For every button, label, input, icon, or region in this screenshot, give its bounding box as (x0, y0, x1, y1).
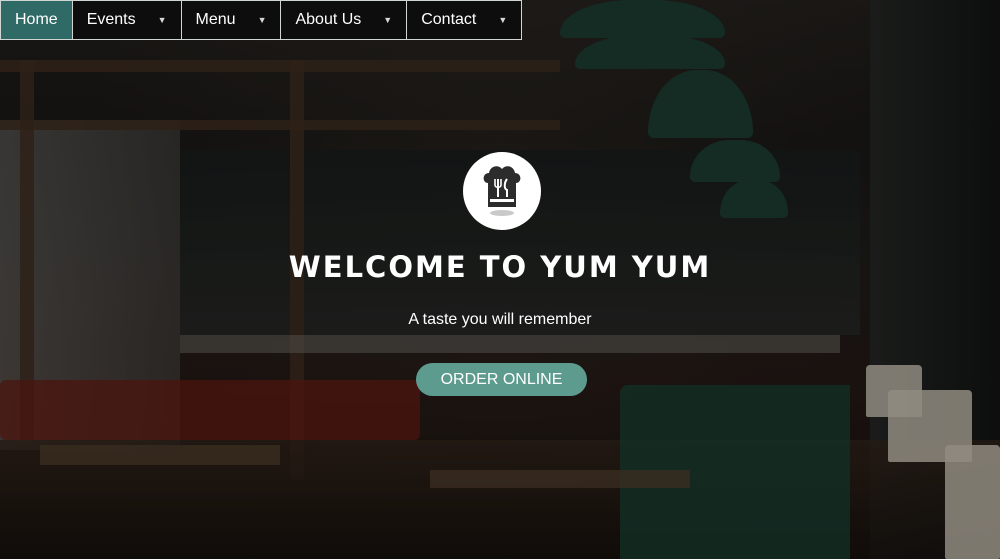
nav-item-menu[interactable]: Menu ▼ (181, 0, 282, 40)
nav-item-label: Home (15, 11, 58, 28)
nav-item-contact[interactable]: Contact ▼ (407, 0, 523, 40)
nav-item-label: Contact (421, 11, 477, 28)
nav-item-label: About Us (295, 11, 362, 28)
nav-item-home[interactable]: Home (0, 0, 73, 40)
caret-down-icon: ▼ (383, 15, 393, 25)
logo (463, 152, 541, 230)
hero-section: Home Events ▼ Menu ▼ About Us ▼ Contact … (0, 0, 1000, 559)
chef-hat-utensils-icon (483, 166, 521, 216)
order-online-button[interactable]: ORDER ONLINE (416, 363, 587, 396)
nav-item-label: Menu (195, 11, 236, 28)
nav-item-label: Events (86, 11, 136, 28)
caret-down-icon: ▼ (157, 15, 167, 25)
main-nav: Home Events ▼ Menu ▼ About Us ▼ Contact … (0, 0, 523, 40)
caret-down-icon: ▼ (257, 15, 267, 25)
nav-item-events[interactable]: Events ▼ (72, 0, 182, 40)
nav-item-about-us[interactable]: About Us ▼ (281, 0, 408, 40)
hero-subtitle: A taste you will remember (408, 311, 592, 328)
caret-down-icon: ▼ (498, 15, 508, 25)
hero-title: WELCOME TO YUM YUM (288, 250, 712, 284)
